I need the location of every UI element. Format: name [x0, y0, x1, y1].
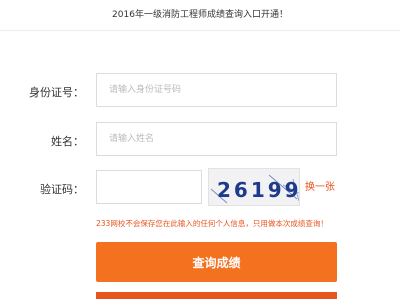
captcha-image[interactable]: 26199 — [208, 168, 300, 206]
announcement-bar: 2016年一级消防工程师成绩查询入口开通！ — [0, 0, 400, 31]
secondary-button-edge[interactable] — [96, 292, 337, 299]
score-query-page: 2016年一级消防工程师成绩查询入口开通！ 身份证号： 姓名： 验证码： 261… — [0, 0, 400, 299]
name-input[interactable] — [96, 122, 337, 156]
name-label: 姓名： — [51, 135, 84, 148]
announcement-text: 2016年一级消防工程师成绩查询入口开通！ — [112, 10, 288, 20]
captcha-graphic: 26199 — [209, 169, 300, 205]
id-number-label: 身份证号： — [29, 86, 84, 99]
captcha-input[interactable] — [96, 170, 202, 204]
privacy-notice: 233网校不会保存您在此输入的任何个人信息，只用做本次成绩查询！ — [96, 219, 328, 228]
captcha-label: 验证码： — [40, 183, 84, 196]
captcha-code: 26199 — [217, 178, 300, 202]
refresh-captcha-link[interactable]: 换一张 — [305, 178, 335, 193]
id-number-input[interactable] — [96, 73, 337, 107]
query-score-button[interactable]: 查询成绩 — [96, 242, 337, 282]
